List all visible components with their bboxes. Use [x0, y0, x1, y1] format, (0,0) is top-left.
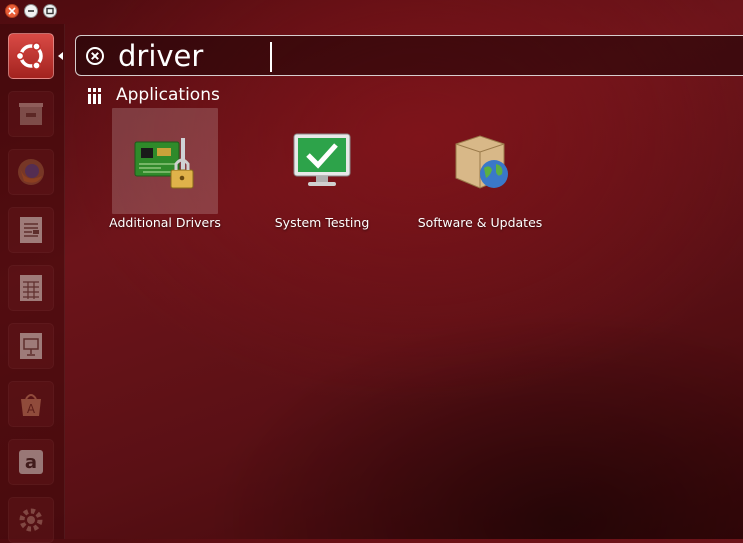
launcher-item-impress[interactable]: [8, 323, 54, 369]
ubuntu-logo-icon: [15, 42, 43, 70]
launcher-item-calc[interactable]: [8, 265, 54, 311]
svg-text:a: a: [25, 452, 37, 473]
applications-category-icon: [88, 87, 101, 104]
search-input[interactable]: [118, 39, 678, 73]
launcher: A a: [0, 24, 65, 543]
gear-icon: [19, 508, 43, 532]
shopping-bag-icon: A: [21, 394, 41, 416]
active-launcher-indicator: [58, 52, 63, 60]
svg-text:A: A: [27, 402, 36, 416]
result-label: System Testing: [274, 215, 370, 230]
result-label: Additional Drivers: [109, 215, 221, 230]
close-button[interactable]: [5, 4, 19, 18]
presentation-icon: [20, 333, 42, 359]
maximize-button[interactable]: [43, 4, 57, 18]
result-system-testing[interactable]: System Testing: [252, 108, 392, 234]
dash-search-bar[interactable]: [75, 35, 743, 76]
firefox-icon: [18, 159, 44, 185]
file-cabinet-icon: [19, 103, 43, 125]
text-caret: [270, 42, 272, 72]
package-globe-icon: [455, 135, 508, 189]
minimize-button[interactable]: [24, 4, 38, 18]
window-controls: [5, 4, 57, 18]
launcher-item-amazon[interactable]: a: [8, 439, 54, 485]
launcher-item-files[interactable]: [8, 91, 54, 137]
result-additional-drivers[interactable]: Additional Drivers: [95, 108, 235, 234]
result-software-updates[interactable]: Software & Updates: [410, 108, 550, 234]
launcher-item-settings[interactable]: [8, 497, 54, 543]
launcher-item-dash-home[interactable]: [8, 33, 54, 79]
amazon-icon: a: [19, 450, 43, 474]
close-icon: [8, 7, 16, 15]
category-title: Applications: [116, 85, 220, 105]
clear-search-icon[interactable]: [85, 46, 105, 66]
monitor-checkmark-icon: [293, 133, 351, 186]
launcher-item-firefox[interactable]: [8, 149, 54, 195]
circuit-board-lock-icon: [134, 138, 194, 189]
document-icon: [20, 217, 42, 243]
minimize-icon: [28, 10, 34, 12]
result-label: Software & Updates: [417, 215, 543, 230]
launcher-item-writer[interactable]: [8, 207, 54, 253]
spreadsheet-icon: [20, 275, 42, 301]
launcher-item-software-center[interactable]: A: [8, 381, 54, 427]
maximize-icon: [46, 7, 54, 15]
category-header[interactable]: Applications: [87, 85, 220, 105]
